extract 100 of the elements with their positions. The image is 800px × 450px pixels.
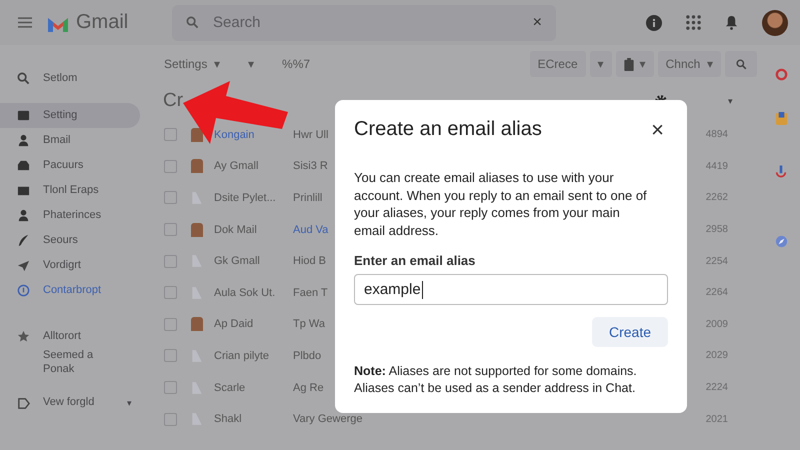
- count-text: 2224: [706, 382, 728, 394]
- checkbox[interactable]: [164, 318, 177, 331]
- subject-text: Aud Va: [293, 222, 330, 237]
- avatar-icon: [191, 128, 203, 142]
- sidebar-item[interactable]: Vew forgld ▾: [0, 390, 140, 416]
- checkbox[interactable]: [164, 254, 177, 268]
- toolbar-button[interactable]: Settings ▾: [156, 53, 228, 75]
- ring-icon[interactable]: [774, 68, 788, 81]
- feather-icon: [17, 234, 30, 247]
- checkbox[interactable]: [164, 381, 177, 394]
- dialog-description: You can create email aliases to use with your account. When you reply to an email sent to one of your aliases, your reply comes from your main email address.: [354, 169, 648, 239]
- subject-text: Tp Wa: [293, 317, 326, 332]
- info-icon: [17, 284, 30, 297]
- create-button[interactable]: Create: [592, 317, 668, 347]
- caret-icon[interactable]: ▾: [728, 96, 733, 106]
- box-icon: [17, 184, 30, 197]
- search-field[interactable]: Search ×: [172, 4, 556, 40]
- sidebar-item[interactable]: Setlom: [0, 66, 140, 91]
- label-icon: [191, 286, 203, 300]
- search-icon: [17, 72, 30, 85]
- subject-text: Sisi3 R: [293, 159, 329, 174]
- avatar-icon: [191, 222, 203, 237]
- label-icon: [191, 254, 203, 268]
- checkbox[interactable]: [164, 349, 177, 362]
- toolbar-button[interactable]: Chnch ▾: [658, 51, 721, 77]
- sidebar-item[interactable]: Contarbropt: [0, 278, 140, 303]
- count-text: 2262: [706, 192, 728, 204]
- count-text: 2264: [706, 287, 728, 298]
- toolbar-button[interactable]: ▾: [590, 51, 612, 77]
- count-text: 2021: [706, 414, 728, 425]
- pin-icon[interactable]: [775, 164, 787, 179]
- sender-name: Shakl: [214, 413, 243, 426]
- list-heading: Cr: [163, 90, 184, 112]
- toolbar-button[interactable]: ▾: [240, 53, 262, 75]
- subject-text: Plbdo: [293, 348, 322, 363]
- checkbox[interactable]: [164, 223, 177, 236]
- sidebar-item[interactable]: Pacuurs: [0, 153, 140, 178]
- avatar-icon: [191, 159, 203, 174]
- sender-name: Kongain: [214, 128, 256, 141]
- label-icon: [17, 396, 30, 410]
- sender-name: Ap Daid: [214, 318, 254, 330]
- toolbar-button[interactable]: %%7: [274, 53, 318, 75]
- sidebar-item[interactable]: Phaterinces: [0, 203, 140, 228]
- compass-icon[interactable]: [774, 235, 788, 248]
- checkbox[interactable]: [164, 160, 177, 173]
- sidebar-item[interactable]: Bmail: [0, 128, 140, 153]
- star-icon: [17, 330, 30, 343]
- toolbar-button[interactable]: ECrece: [530, 51, 586, 77]
- bell-icon[interactable]: [725, 15, 738, 30]
- sidebar-item[interactable]: Setting: [0, 103, 140, 128]
- checkbox[interactable]: [164, 191, 177, 204]
- info-icon[interactable]: [646, 14, 662, 30]
- sender-name: Scarle: [214, 382, 246, 394]
- notepad-icon[interactable]: [774, 111, 788, 126]
- sender-name: Ay Gmall: [214, 160, 260, 172]
- checkbox[interactable]: [164, 128, 177, 142]
- checkbox[interactable]: [164, 286, 177, 300]
- search-icon: [736, 58, 746, 70]
- avatar[interactable]: [762, 10, 788, 36]
- dialog-note: Note: Aliases are not supported for some domains. Aliases can’t be used as a sender address in Chat.: [354, 363, 638, 397]
- count-text: 2958: [706, 224, 728, 236]
- checkbox[interactable]: [164, 412, 177, 426]
- dialog-title: Create an email alias: [354, 118, 542, 141]
- person-icon: [17, 209, 30, 222]
- sidebar-item[interactable]: Seemed a Ponak: [0, 349, 140, 376]
- alias-input-field[interactable]: example: [354, 274, 668, 305]
- clear-button[interactable]: ×: [532, 14, 542, 32]
- subject-text: Faen T: [293, 286, 329, 300]
- apps-grid-icon[interactable]: [686, 15, 701, 30]
- sender-name: Gk Gmall: [214, 255, 261, 268]
- sender-name: Aula Sok Ut.: [214, 286, 276, 299]
- subject-text: Prinlill: [293, 190, 324, 205]
- person-icon: [17, 134, 30, 147]
- count-text: 2029: [706, 350, 728, 362]
- label-icon: [191, 380, 203, 395]
- close-button[interactable]: ×: [651, 118, 664, 140]
- search-button[interactable]: [725, 51, 757, 77]
- sidebar-item[interactable]: Vordigrt: [0, 253, 140, 278]
- subject-text: Hiod B: [293, 254, 328, 268]
- count-text: 2254: [706, 256, 728, 267]
- avatar-icon: [191, 317, 203, 332]
- sidebar-item[interactable]: Seours: [0, 228, 140, 253]
- tray-icon: [17, 159, 30, 172]
- count-text: 2009: [706, 318, 728, 330]
- sender-name: Dok Mail: [214, 224, 258, 236]
- menu-icon[interactable]: [18, 17, 32, 28]
- toolbar-button[interactable]: ▾: [616, 51, 654, 77]
- subject-text: Ag Re: [293, 380, 325, 395]
- clipboard-icon: [624, 58, 634, 70]
- app-name: Gmail: [76, 11, 130, 34]
- sender-name: Crian pilyte: [214, 350, 270, 362]
- sidebar-item[interactable]: Tlonl Eraps: [0, 178, 140, 203]
- send-icon: [17, 259, 30, 272]
- field-label: Enter an email alias: [354, 253, 476, 268]
- count-text: 4894: [706, 129, 728, 140]
- count-text: 4419: [706, 160, 728, 172]
- sidebar-item[interactable]: Alltorort: [0, 324, 140, 349]
- label-icon: [191, 412, 203, 426]
- subject-text: Hwr Ull: [293, 128, 330, 142]
- label-icon: [191, 190, 203, 205]
